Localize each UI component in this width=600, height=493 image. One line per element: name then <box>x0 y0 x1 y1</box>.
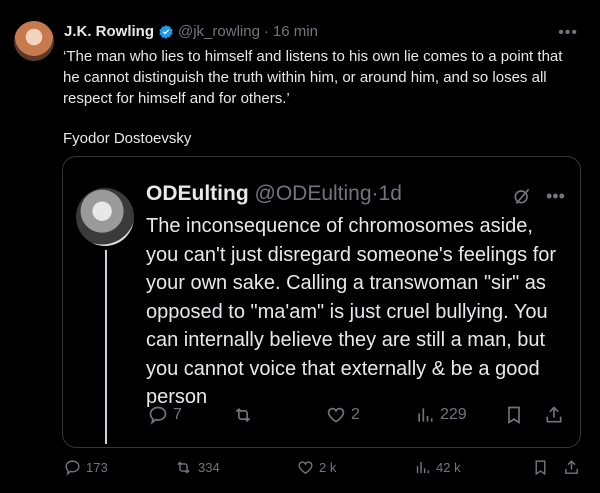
tweet-header: J.K. Rowling @jk_rowling · 16 min <box>64 23 318 40</box>
like-button[interactable]: 2 <box>326 405 360 425</box>
like-icon <box>297 459 314 476</box>
views-button[interactable]: 229 <box>415 405 467 425</box>
more-icon[interactable]: ••• <box>558 24 578 42</box>
more-icon[interactable]: ••• <box>546 186 565 207</box>
bookmark-button[interactable] <box>504 405 524 425</box>
verified-badge-icon <box>158 24 174 40</box>
tweet-time[interactable]: 16 min <box>273 23 318 40</box>
like-button[interactable]: 2 k <box>297 459 336 476</box>
quoted-tweet-header: ODEulting @ODEulting·1d <box>146 182 402 206</box>
share-icon <box>563 459 580 476</box>
bookmark-icon <box>532 459 549 476</box>
bookmark-button[interactable] <box>532 459 549 476</box>
repost-button[interactable]: 334 <box>174 459 220 476</box>
repost-count: 334 <box>198 460 220 475</box>
author-handle[interactable]: @jk_rowling <box>178 23 260 40</box>
repost-icon <box>232 405 254 425</box>
quoted-header-icons: ••• <box>512 186 565 207</box>
like-count: 2 k <box>319 460 337 475</box>
views-button[interactable]: 42 k <box>414 459 461 476</box>
repost-icon <box>174 459 193 476</box>
share-button[interactable] <box>563 459 580 476</box>
like-icon <box>326 405 346 425</box>
quoted-tweet-text: The inconsequence of chromosomes aside, … <box>146 215 557 408</box>
tweet-text: ‘The man who lies to himself and listens… <box>63 46 583 149</box>
views-count: 42 k <box>436 460 461 475</box>
author-avatar[interactable] <box>14 21 54 61</box>
quoted-tweet-time[interactable]: 1d <box>379 182 402 205</box>
reply-button[interactable]: 7 <box>148 405 182 425</box>
quoted-author-handle[interactable]: @ODEulting <box>255 182 372 205</box>
views-icon <box>415 405 435 425</box>
grok-icon[interactable] <box>512 186 532 207</box>
reply-button[interactable]: 173 <box>64 459 108 476</box>
reply-icon <box>148 405 168 425</box>
repost-button[interactable] <box>232 405 259 425</box>
quoted-author-name[interactable]: ODEulting <box>146 182 249 205</box>
views-count: 229 <box>440 406 467 423</box>
reply-icon <box>64 459 81 476</box>
thread-line <box>105 250 107 444</box>
author-name[interactable]: J.K. Rowling <box>64 23 154 40</box>
attribution-text: Fyodor Dostoevsky <box>63 130 192 147</box>
share-button[interactable] <box>544 405 564 425</box>
like-count: 2 <box>351 406 360 423</box>
quote-text: ‘The man who lies to himself and listens… <box>63 48 563 107</box>
separator-dot: · <box>263 23 269 40</box>
separator-dot: · <box>371 182 379 205</box>
reply-count: 173 <box>86 460 108 475</box>
share-icon <box>544 405 564 425</box>
bookmark-icon <box>504 405 524 425</box>
views-icon <box>414 459 431 476</box>
quoted-author-avatar[interactable] <box>76 188 134 246</box>
reply-count: 7 <box>173 406 182 423</box>
